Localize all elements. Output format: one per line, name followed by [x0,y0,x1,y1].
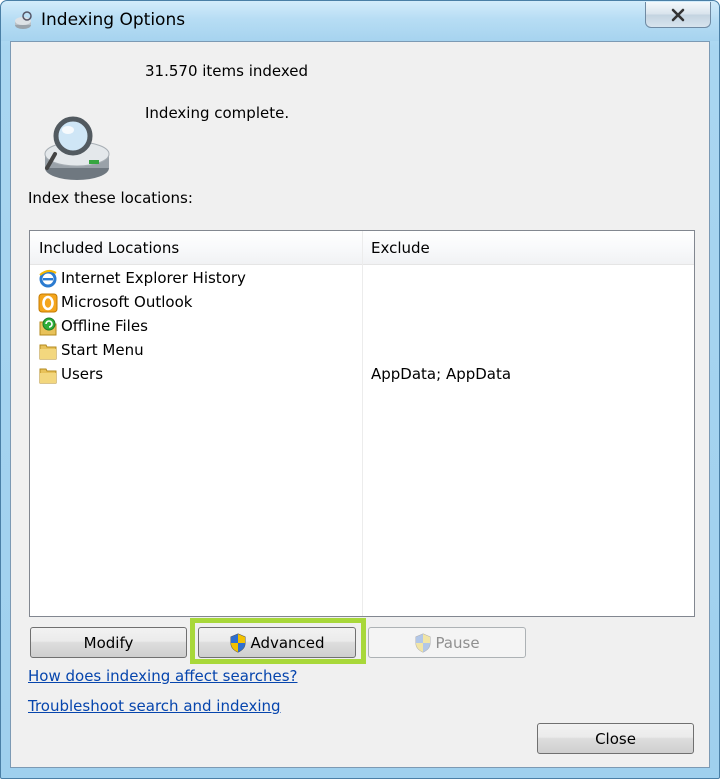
locations-label: Index these locations: [28,189,193,207]
modify-button[interactable]: Modify [30,627,187,658]
close-button[interactable]: Close [537,723,694,754]
location-name: Offline Files [61,317,148,335]
offline-files-icon [39,317,57,336]
location-name: Users [61,365,104,383]
title-bar[interactable]: Indexing Options [1,1,719,41]
uac-shield-icon [415,632,431,653]
hard-drive-magnifier-icon [44,116,110,180]
pause-button-label: Pause [435,633,480,652]
advanced-button-label: Advanced [250,633,325,652]
indexing-options-icon [15,11,32,29]
advanced-button[interactable]: Advanced [198,627,356,658]
location-name: Start Menu [61,341,144,359]
outlook-icon [38,293,58,313]
items-indexed-count: 31.570 items indexed [145,62,309,80]
locations-list[interactable]: Included Locations Exclude Internet Expl… [29,230,695,617]
pause-button: Pause [368,627,526,658]
uac-shield-icon [230,632,246,653]
troubleshoot-link[interactable]: Troubleshoot search and indexing [28,697,281,715]
indexing-options-window: Indexing Options 31.570 items indexed In… [0,0,720,779]
list-item[interactable]: Offline Files [30,315,694,339]
indexing-status: Indexing complete. [145,104,290,122]
dialog-client-area: 31.570 items indexed Indexing complete. … [10,41,710,768]
folder-icon [39,368,57,384]
list-item[interactable]: Start Menu [30,339,694,363]
list-item[interactable]: Internet Explorer History [30,267,694,291]
list-item[interactable]: Microsoft Outlook [30,291,694,315]
location-exclude: AppData; AppData [371,365,512,383]
folder-icon [39,344,57,360]
ie-icon [39,269,57,288]
list-item[interactable]: Users AppData; AppData [30,363,694,387]
window-title: Indexing Options [41,10,186,30]
location-name: Internet Explorer History [61,269,246,287]
close-icon [671,8,685,21]
column-header-included[interactable]: Included Locations [39,239,179,257]
column-header-exclude[interactable]: Exclude [371,239,430,257]
window-close-button[interactable] [645,2,711,28]
location-name: Microsoft Outlook [61,293,193,311]
how-indexing-link[interactable]: How does indexing affect searches? [28,667,298,685]
